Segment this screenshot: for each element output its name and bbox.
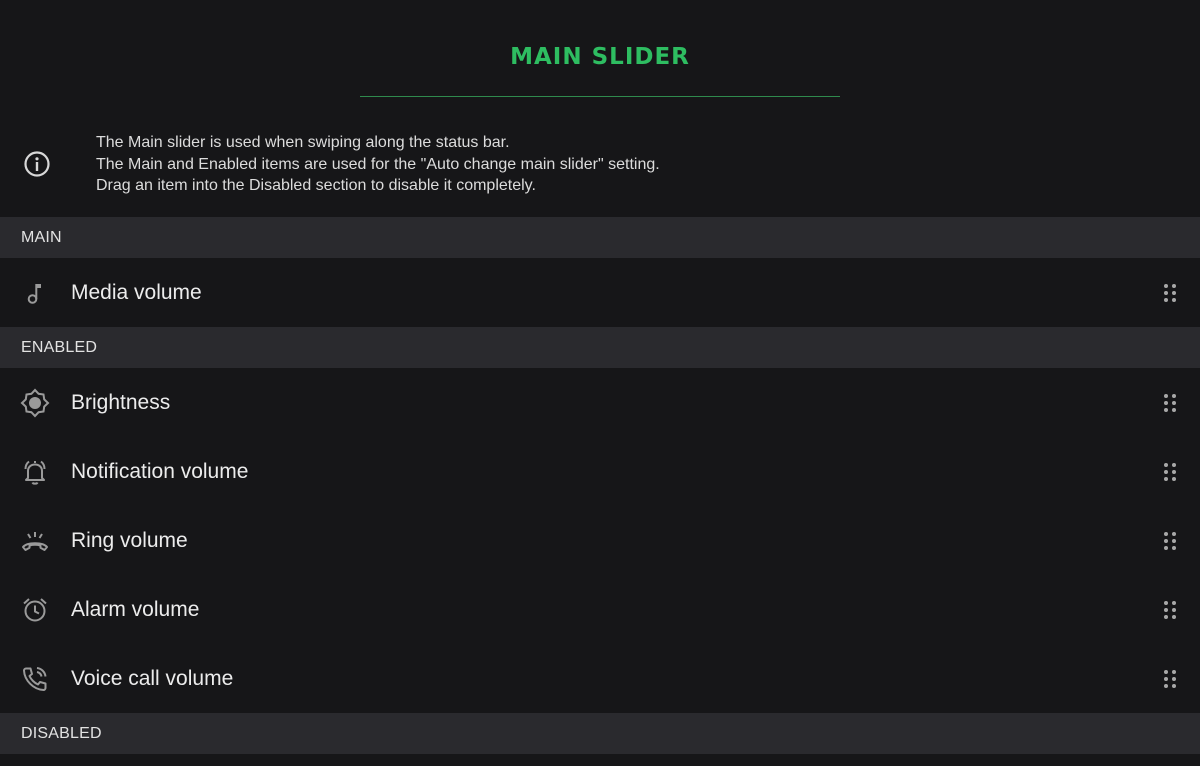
info-description: The Main slider is used when swiping alo… — [96, 132, 660, 197]
info-icon — [23, 150, 51, 178]
voice-call-icon — [20, 664, 50, 694]
info-line: Drag an item into the Disabled section t… — [96, 177, 536, 194]
brightness-icon — [20, 388, 50, 418]
notification-bell-icon — [20, 457, 50, 487]
section-header-main: MAIN — [0, 217, 1200, 258]
drag-handle-icon[interactable] — [1163, 462, 1177, 482]
item-label: Voice call volume — [71, 666, 234, 690]
drag-handle-icon[interactable] — [1163, 393, 1177, 413]
page-header: MAIN SLIDER — [0, 0, 1200, 97]
drag-handle-icon[interactable] — [1163, 531, 1177, 551]
info-panel: The Main slider is used when swiping alo… — [0, 97, 1200, 217]
drag-handle-icon[interactable] — [1163, 669, 1177, 689]
drag-handle-icon[interactable] — [1163, 600, 1177, 620]
item-label: Alarm volume — [71, 597, 200, 621]
section-header-disabled: DISABLED — [0, 713, 1200, 754]
item-label: Brightness — [71, 390, 171, 414]
music-note-icon — [20, 278, 50, 308]
slider-item-alarm-volume[interactable]: Alarm volume — [0, 575, 1200, 644]
slider-item-brightness[interactable]: Brightness — [0, 368, 1200, 437]
slider-item-notification-volume[interactable]: Notification volume — [0, 437, 1200, 506]
ring-phone-icon — [20, 526, 50, 556]
info-line: The Main and Enabled items are used for … — [96, 155, 660, 173]
slider-item-media-volume[interactable]: Media volume — [0, 258, 1200, 327]
item-label: Notification volume — [71, 459, 249, 483]
slider-item-voice-call-volume[interactable]: Voice call volume — [0, 644, 1200, 713]
page-title: MAIN SLIDER — [510, 44, 690, 70]
drag-handle-icon[interactable] — [1163, 283, 1177, 303]
alarm-clock-icon — [20, 595, 50, 625]
item-label: Ring volume — [71, 528, 188, 552]
main-slider-settings-page: MAIN SLIDER The Main slider is used when… — [0, 0, 1200, 766]
section-header-enabled: ENABLED — [0, 327, 1200, 368]
slider-item-ring-volume[interactable]: Ring volume — [0, 506, 1200, 575]
item-label: Media volume — [71, 280, 202, 304]
info-line: The Main slider is used when swiping alo… — [96, 134, 510, 151]
